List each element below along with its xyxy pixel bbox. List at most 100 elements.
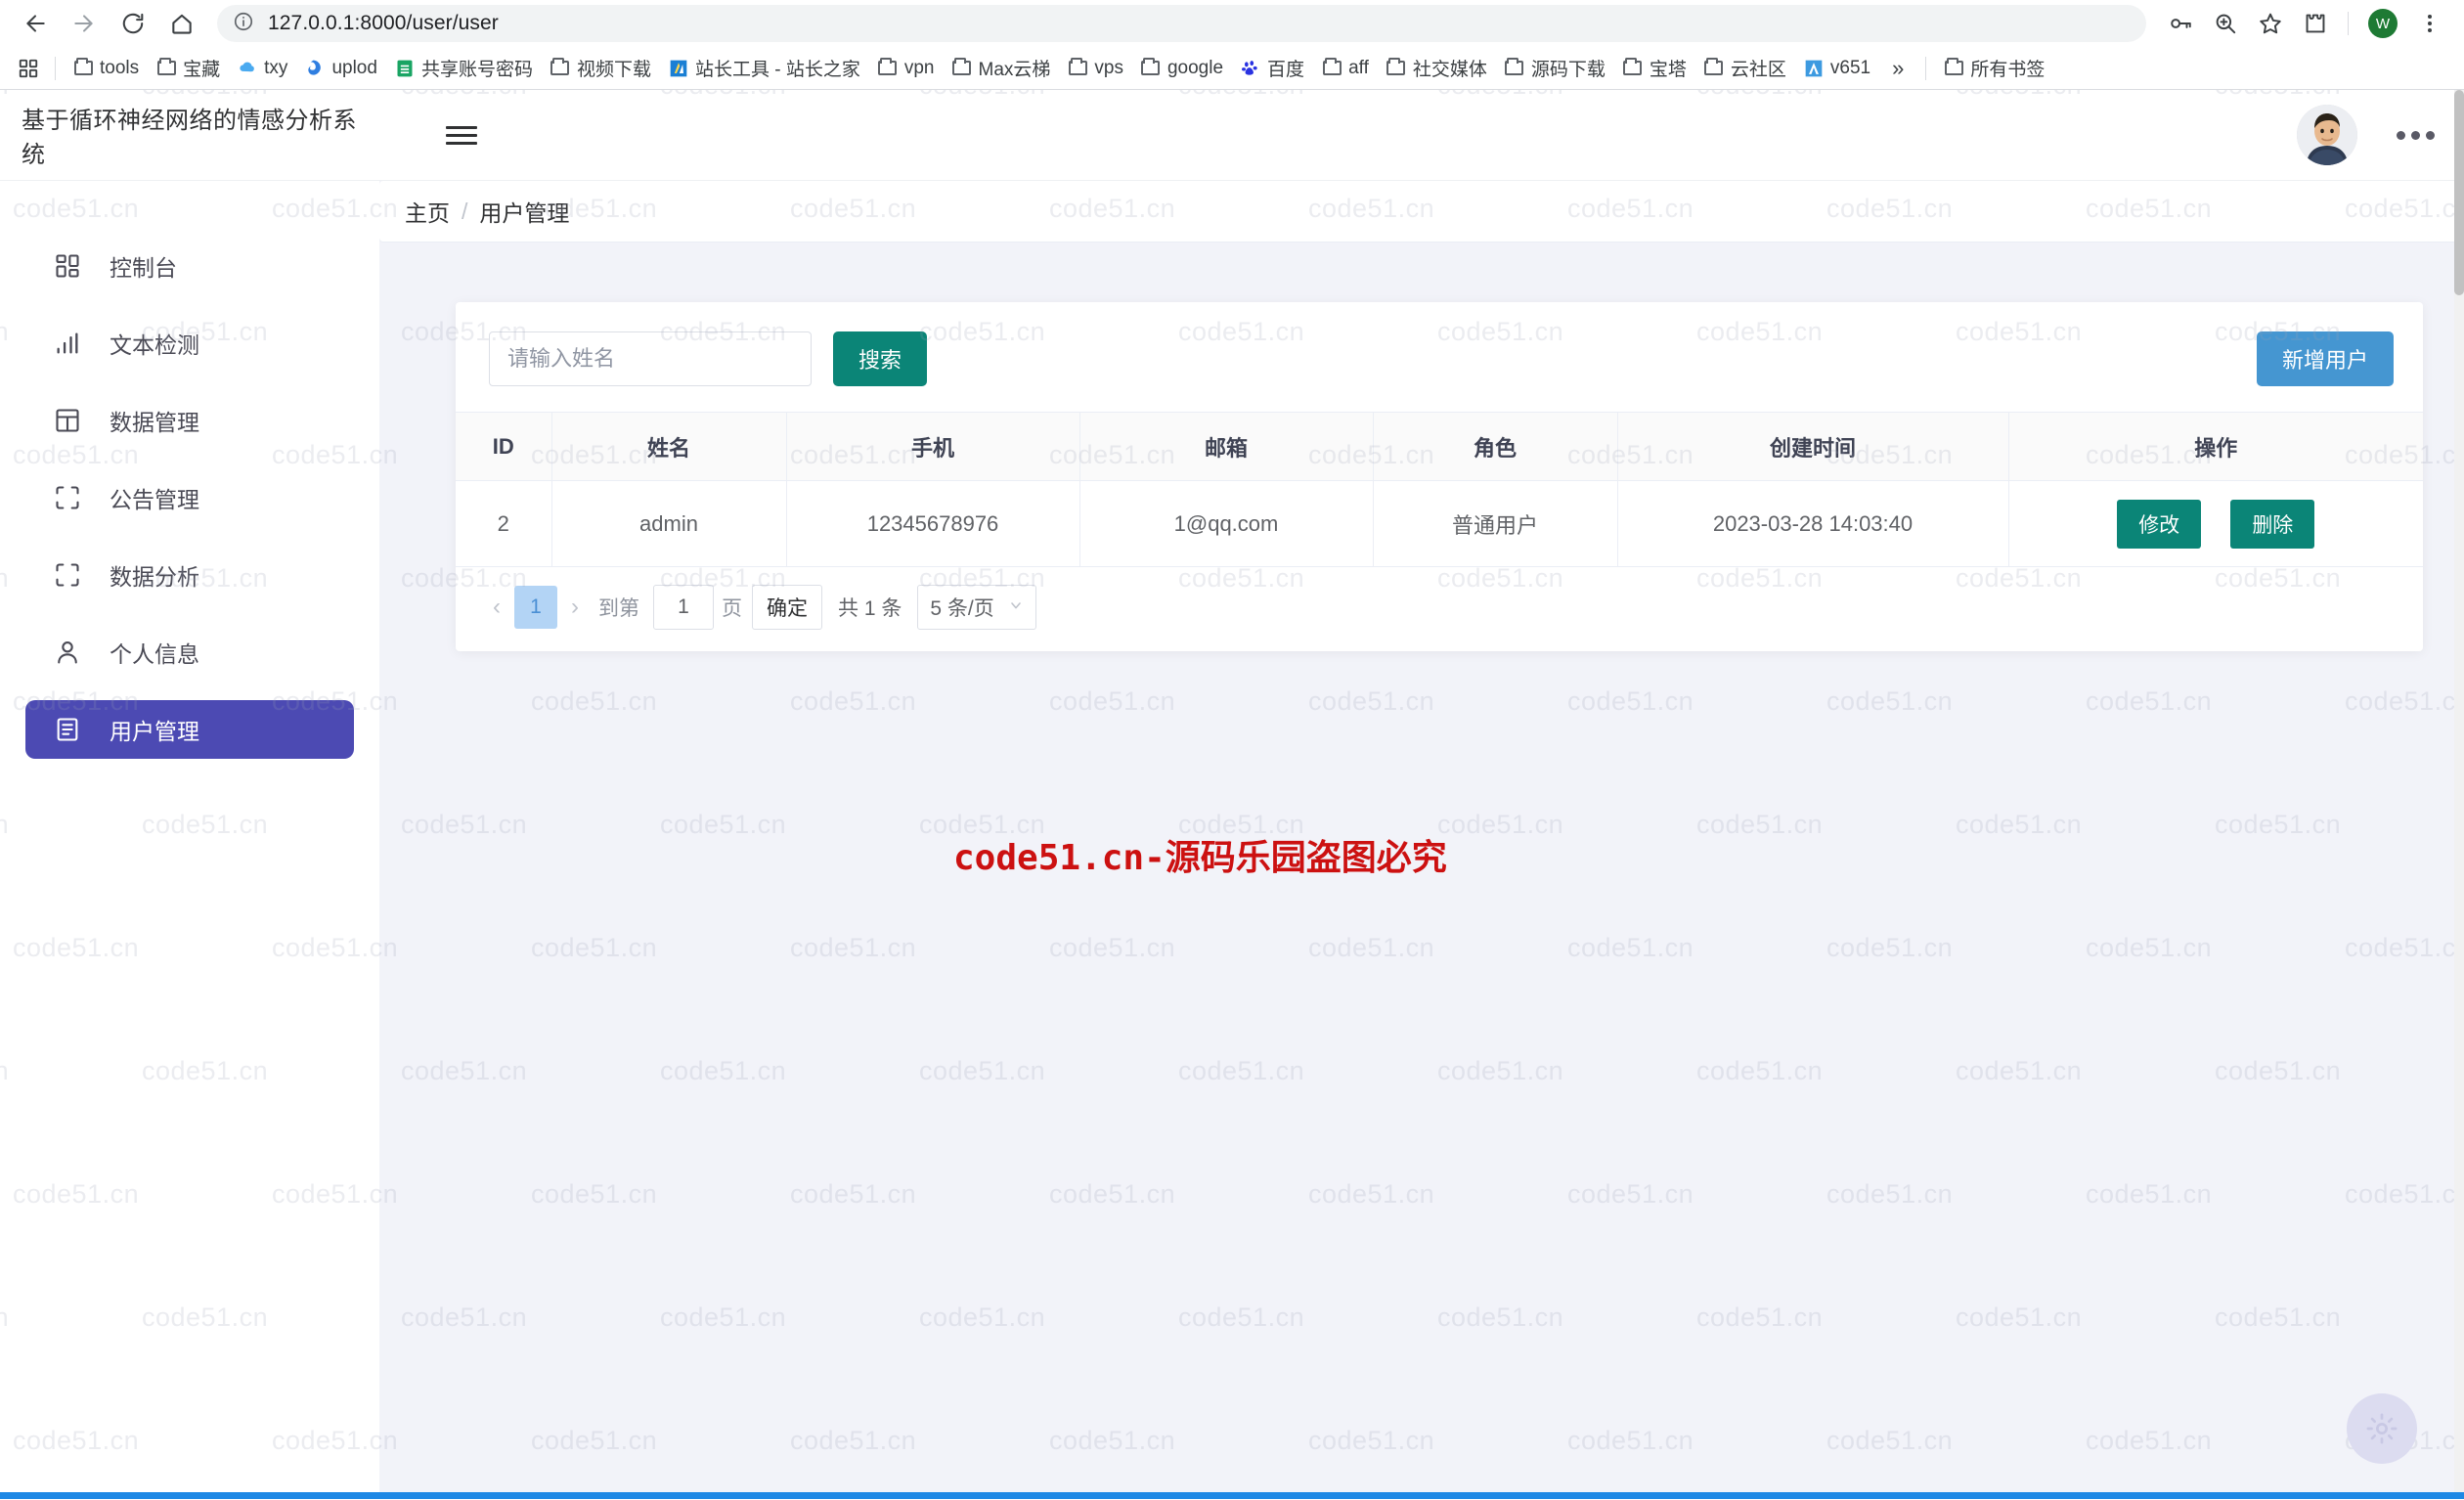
delete-button[interactable]: 删除 bbox=[2230, 499, 2315, 549]
sidebar-item-announcement[interactable]: 公告管理 bbox=[25, 468, 354, 527]
password-key-icon[interactable] bbox=[2160, 3, 2201, 44]
bookmark-baozang[interactable]: 宝藏 bbox=[149, 50, 228, 86]
bookmark-uplod[interactable]: uplod bbox=[297, 53, 385, 84]
folder-icon bbox=[1704, 58, 1724, 78]
sidebar-item-dashboard[interactable]: 控制台 bbox=[25, 237, 354, 295]
folder-icon bbox=[73, 58, 93, 78]
bookmark-max-yunti[interactable]: Max云梯 bbox=[945, 50, 1059, 86]
sidebar-item-text-detection[interactable]: 文本检测 bbox=[25, 314, 354, 373]
bookmarks-bar: tools 宝藏 txy uplod 共享账号密码 视频下载 站长工具 - 站长… bbox=[0, 47, 2464, 90]
pagination-confirm-button[interactable]: 确定 bbox=[752, 585, 822, 630]
extensions-puzzle-icon[interactable] bbox=[2295, 3, 2336, 44]
sidebar-item-user-management[interactable]: 用户管理 bbox=[25, 700, 354, 759]
bookmark-google[interactable]: google bbox=[1133, 53, 1231, 84]
hamburger-icon[interactable] bbox=[446, 125, 477, 145]
reload-icon[interactable] bbox=[111, 2, 154, 45]
folder-icon bbox=[1505, 58, 1524, 78]
bookmark-baidu[interactable]: 百度 bbox=[1233, 50, 1312, 86]
pagination-goto-input[interactable] bbox=[653, 585, 714, 630]
bookmark-chinaz[interactable]: 站长工具 - 站长之家 bbox=[661, 50, 868, 86]
table-grid-icon bbox=[53, 406, 82, 435]
breadcrumb-home[interactable]: 主页 bbox=[405, 195, 450, 228]
document-list-icon bbox=[53, 715, 82, 744]
bookmark-aff[interactable]: aff bbox=[1314, 53, 1377, 84]
cell-role: 普通用户 bbox=[1373, 480, 1618, 567]
blue-a-icon bbox=[1804, 59, 1824, 78]
bookmark-label: 云社区 bbox=[1730, 60, 1786, 80]
bookmark-label: Max云梯 bbox=[978, 60, 1051, 80]
bookmark-v651[interactable]: v651 bbox=[1796, 53, 1878, 84]
bookmark-label: 共享账号密码 bbox=[420, 60, 533, 80]
url-text: 127.0.0.1:8000/user/user bbox=[268, 12, 499, 34]
page-scrollbar[interactable] bbox=[2454, 90, 2464, 1499]
sidebar-item-profile[interactable]: 个人信息 bbox=[25, 623, 354, 682]
bookmark-video-download[interactable]: 视频下载 bbox=[543, 50, 659, 86]
toolbar-actions: W bbox=[2160, 3, 2450, 44]
edit-button[interactable]: 修改 bbox=[2117, 499, 2202, 549]
cell-id: 2 bbox=[456, 480, 552, 567]
cell-actions: 修改 删除 bbox=[2008, 480, 2423, 567]
pagination-page-1[interactable]: 1 bbox=[514, 586, 557, 629]
bookmark-vpn[interactable]: vpn bbox=[870, 53, 943, 84]
sidebar-item-data-analysis[interactable]: 数据分析 bbox=[25, 546, 354, 604]
scrollbar-thumb[interactable] bbox=[2454, 90, 2464, 295]
bookmark-star-icon[interactable] bbox=[2250, 3, 2291, 44]
cell-created: 2023-03-28 14:03:40 bbox=[1617, 480, 2009, 567]
corners-icon bbox=[53, 483, 82, 512]
breadcrumb-separator: / bbox=[462, 198, 468, 224]
page-size-value: 5 条/页 bbox=[930, 597, 994, 620]
column-header-id: ID bbox=[456, 412, 552, 481]
bookmark-yun-shequ[interactable]: 云社区 bbox=[1696, 50, 1794, 86]
apps-grid-icon[interactable] bbox=[12, 53, 45, 84]
pagination-total: 共 1 条 bbox=[838, 597, 902, 620]
bookmark-txy[interactable]: txy bbox=[230, 53, 295, 84]
corners-icon bbox=[53, 560, 82, 590]
bookmark-social-media[interactable]: 社交媒体 bbox=[1379, 50, 1495, 86]
content-wrapper: 搜索 新增用户 ID 姓名 手机 邮箱 角色 创建时间 bbox=[379, 242, 2464, 651]
chevron-down-icon bbox=[1008, 597, 1024, 618]
blue-swirl-icon bbox=[305, 59, 325, 78]
browser-chrome: 127.0.0.1:8000/user/user W tools 宝藏 txy … bbox=[0, 0, 2464, 90]
sidebar-item-data-management[interactable]: 数据管理 bbox=[25, 391, 354, 450]
sheets-icon bbox=[395, 59, 415, 78]
bookmark-tools[interactable]: tools bbox=[66, 53, 147, 84]
bookmark-source-download[interactable]: 源码下载 bbox=[1497, 50, 1613, 86]
bookmark-label: txy bbox=[264, 57, 288, 78]
user-card: 搜索 新增用户 ID 姓名 手机 邮箱 角色 创建时间 bbox=[456, 302, 2423, 651]
column-header-created: 创建时间 bbox=[1617, 412, 2009, 481]
bookmark-vps[interactable]: vps bbox=[1060, 53, 1131, 84]
bookmark-shared-passwords[interactable]: 共享账号密码 bbox=[387, 50, 541, 86]
settings-fab[interactable] bbox=[2347, 1393, 2417, 1464]
site-info-icon[interactable] bbox=[233, 11, 254, 37]
search-input[interactable] bbox=[489, 331, 812, 386]
all-bookmarks-button[interactable]: 所有书签 bbox=[1936, 50, 2052, 86]
page-title: 基于循环神经网络的情感分析系统 bbox=[22, 108, 357, 168]
forward-arrow-icon[interactable] bbox=[63, 2, 106, 45]
zoom-icon[interactable] bbox=[2205, 3, 2246, 44]
chrome-menu-icon[interactable] bbox=[2409, 3, 2450, 44]
sidebar-item-label: 用户管理 bbox=[110, 719, 199, 744]
bookmark-label: 百度 bbox=[1267, 60, 1305, 80]
bookmark-baota[interactable]: 宝塔 bbox=[1615, 50, 1694, 86]
folder-icon bbox=[550, 58, 570, 78]
table-body: 2 admin 12345678976 1@qq.com 普通用户 2023-0… bbox=[456, 480, 2423, 567]
add-user-button[interactable]: 新增用户 bbox=[2256, 331, 2394, 386]
table-row[interactable]: 2 admin 12345678976 1@qq.com 普通用户 2023-0… bbox=[456, 480, 2423, 567]
address-bar[interactable]: 127.0.0.1:8000/user/user bbox=[217, 5, 2146, 42]
chrome-profile-avatar[interactable]: W bbox=[2368, 9, 2398, 38]
avatar[interactable] bbox=[2297, 105, 2357, 165]
page-size-select[interactable]: 5 条/页 bbox=[917, 585, 1036, 630]
more-dots-icon[interactable] bbox=[2397, 130, 2435, 140]
search-button[interactable]: 搜索 bbox=[833, 331, 928, 386]
home-icon[interactable] bbox=[160, 2, 203, 45]
bookmarks-overflow-icon[interactable]: » bbox=[1880, 56, 1915, 81]
column-header-name: 姓名 bbox=[551, 412, 787, 481]
table-head: ID 姓名 手机 邮箱 角色 创建时间 操作 bbox=[456, 412, 2423, 481]
pagination-prev[interactable]: ‹ bbox=[479, 594, 514, 621]
bookmark-label: 宝藏 bbox=[183, 60, 221, 80]
pagination-next[interactable]: › bbox=[557, 594, 593, 621]
back-arrow-icon[interactable] bbox=[14, 2, 57, 45]
bookmark-label: aff bbox=[1348, 57, 1369, 78]
bookmark-label: uplod bbox=[331, 57, 377, 78]
cell-email: 1@qq.com bbox=[1079, 480, 1374, 567]
